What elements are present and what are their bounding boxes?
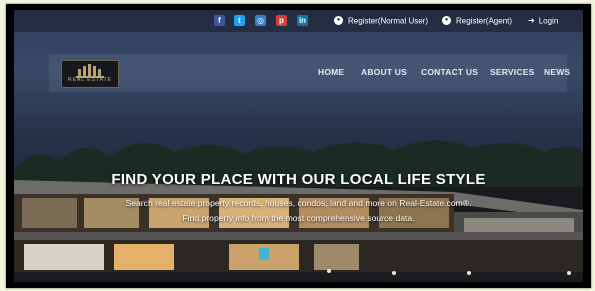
twitter-icon[interactable]: t xyxy=(234,15,245,26)
hero-description-line-2: Find property info from the most compreh… xyxy=(182,213,415,223)
nav-home[interactable]: HOME xyxy=(318,67,344,77)
hero-title: FIND YOUR PLACE WITH OUR LOCAL LIFE STYL… xyxy=(111,171,486,188)
nav-contact-us[interactable]: CONTACT US xyxy=(421,67,478,77)
register-agent-label: Register(Agent) xyxy=(456,16,513,26)
main-navbar: REAL ESTATE HOME ABOUT US CONTACT US SER… xyxy=(49,54,570,92)
browser-frame: f t ◎ p in ● Register(Normal User) ● Regis… xyxy=(6,4,591,288)
pinterest-icon[interactable]: p xyxy=(276,15,287,26)
sign-in-icon: ➜ xyxy=(528,16,535,25)
top-utility-bar: f t ◎ p in ● Register(Normal User) ● Regis… xyxy=(14,10,583,32)
user-icon: ● xyxy=(442,16,451,26)
user-icon: ● xyxy=(334,16,343,26)
linkedin-icon[interactable]: in xyxy=(297,15,308,26)
nav-news[interactable]: NEWS xyxy=(544,67,570,77)
register-normal-user-link[interactable]: ● Register(Normal User) xyxy=(334,15,428,26)
logo[interactable]: REAL ESTATE xyxy=(61,60,119,88)
register-agent-link[interactable]: ● Register(Agent) xyxy=(442,15,512,26)
nav-services[interactable]: SERVICES xyxy=(490,67,534,77)
facebook-icon[interactable]: f xyxy=(214,15,225,26)
instagram-icon[interactable]: ◎ xyxy=(255,15,266,26)
logo-text: REAL ESTATE xyxy=(68,77,112,83)
building-logo-icon xyxy=(76,64,104,78)
hero-section: f t ◎ p in ● Register(Normal User) ● Regis… xyxy=(14,10,583,282)
login-label: Login xyxy=(538,16,559,26)
hero-description-line-1: Search real estate property records, hou… xyxy=(125,198,472,208)
login-link[interactable]: ➜ Login xyxy=(528,15,558,26)
register-normal-user-label: Register(Normal User) xyxy=(348,16,429,26)
nav-about-us[interactable]: ABOUT US xyxy=(361,67,407,77)
